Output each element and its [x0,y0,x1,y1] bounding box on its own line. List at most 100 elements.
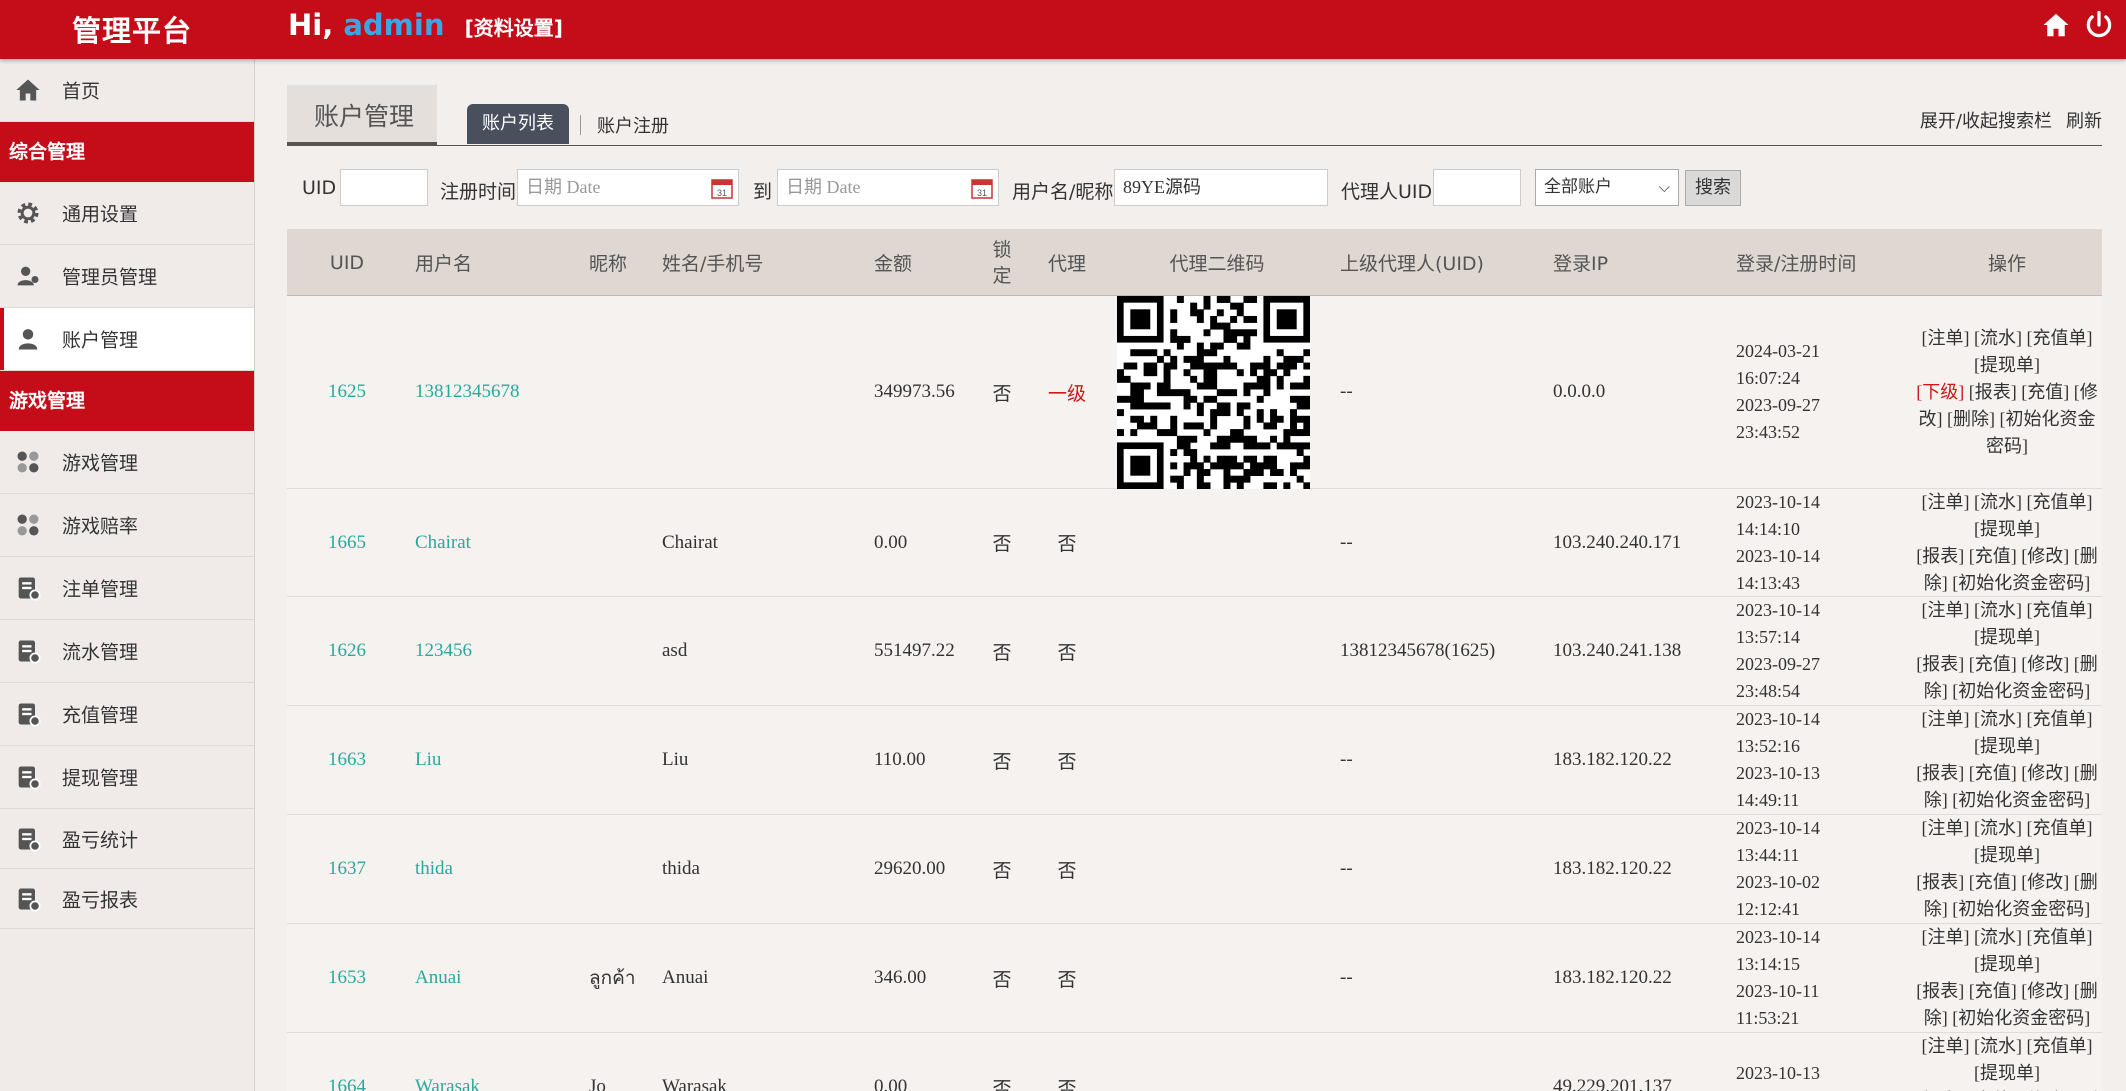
recharge-order-link[interactable]: [充值单] [2027,1036,2093,1056]
delete-link[interactable]: [删除] [1947,409,1995,429]
uid-link[interactable]: 1625 [307,296,387,488]
report-link[interactable]: [报表] [1916,763,1964,783]
uid-link[interactable]: 1626 [307,597,387,705]
withdraw-order-link[interactable]: [提现单] [1974,519,2040,539]
sidebar-item-profit-report[interactable]: 盈亏报表 [0,869,254,929]
flow-link[interactable]: [流水] [1974,818,2022,838]
date-from-input[interactable]: 日期 Date 31 [517,169,739,206]
sidebar-item-admin-management[interactable]: 管理员管理 [0,245,254,308]
sidebar-item-flow-management[interactable]: 流水管理 [0,620,254,683]
sidebar-item-recharge-management[interactable]: 充值管理 [0,683,254,746]
recharge-link[interactable]: [充值] [1969,763,2017,783]
delete-link-cont[interactable]: 除] [1924,899,1948,919]
account-type-select[interactable]: 全部账户 ⌵ [1535,169,1679,206]
sidebar-item-game-odds[interactable]: 游戏赔率 [0,494,254,557]
reset-pwd-link[interactable]: [初始化资金密码] [1952,790,2090,810]
flow-link[interactable]: [流水] [1974,492,2022,512]
username-link[interactable]: Chairat [415,489,471,596]
flow-link[interactable]: [流水] [1974,1036,2022,1056]
delete-link[interactable]: [删 [2074,981,2098,1001]
delete-link-cont[interactable]: 除] [1924,790,1948,810]
bet-link[interactable]: [注单] [1922,328,1970,348]
edit-link[interactable]: [修改] [2021,763,2069,783]
username-link[interactable]: Anuai [415,924,461,1032]
delete-link[interactable]: [删 [2074,763,2098,783]
bet-link[interactable]: [注单] [1922,600,1970,620]
home-icon[interactable] [2041,10,2071,40]
tab-account-register[interactable]: 账户注册 [597,112,669,138]
sidebar-item-account-management[interactable]: 账户管理 [0,308,254,371]
uid-link[interactable]: 1665 [307,489,387,596]
delete-link[interactable]: [删 [2074,546,2098,566]
withdraw-order-link[interactable]: [提现单] [1974,845,2040,865]
bet-link[interactable]: [注单] [1922,709,1970,729]
withdraw-order-link[interactable]: [提现单] [1974,736,2040,756]
username-link[interactable]: thida [415,815,453,923]
edit-link[interactable]: [修改] [2021,546,2069,566]
search-button[interactable]: 搜索 [1685,170,1741,206]
report-link[interactable]: [报表] [1969,382,2017,402]
tab-account-list[interactable]: 账户列表 [467,104,569,144]
uid-link[interactable]: 1663 [307,706,387,814]
reset-pwd-link[interactable]: [初始化资金 [2000,409,2096,429]
report-link[interactable]: [报表] [1916,872,1964,892]
recharge-link[interactable]: [充值] [1969,546,2017,566]
calendar-icon[interactable]: 31 [710,176,734,200]
power-icon[interactable] [2084,10,2114,40]
bet-link[interactable]: [注单] [1922,818,1970,838]
edit-link-cont[interactable]: 改] [1919,409,1943,429]
recharge-order-link[interactable]: [充值单] [2027,600,2093,620]
delete-link-cont[interactable]: 除] [1924,681,1948,701]
recharge-order-link[interactable]: [充值单] [2027,818,2093,838]
reset-pwd-link-cont[interactable]: 密码] [1986,436,2028,456]
agent-uid-input[interactable] [1433,169,1521,206]
recharge-link[interactable]: [充值] [1969,981,2017,1001]
sidebar-item-home[interactable]: 首页 [0,59,254,122]
calendar-icon[interactable]: 31 [970,176,994,200]
report-link[interactable]: [报表] [1916,546,1964,566]
flow-link[interactable]: [流水] [1974,600,2022,620]
username-link[interactable]: 123456 [415,597,472,705]
recharge-order-link[interactable]: [充值单] [2027,328,2093,348]
reset-pwd-link[interactable]: [初始化资金密码] [1952,681,2090,701]
sub-agents-link[interactable]: [下级] [1916,382,1964,402]
bet-link[interactable]: [注单] [1922,927,1970,947]
date-to-input[interactable]: 日期 Date 31 [777,169,999,206]
recharge-order-link[interactable]: [充值单] [2027,492,2093,512]
sidebar-item-profit-stats[interactable]: 盈亏统计 [0,809,254,869]
uid-input[interactable] [340,169,428,206]
bet-link[interactable]: [注单] [1922,1036,1970,1056]
recharge-link[interactable]: [充值] [1969,654,2017,674]
delete-link-cont[interactable]: 除] [1924,573,1948,593]
delete-link[interactable]: [删 [2074,654,2098,674]
report-link[interactable]: [报表] [1916,654,1964,674]
report-link[interactable]: [报表] [1916,981,1964,1001]
username-link[interactable]: 13812345678 [415,296,520,488]
withdraw-order-link[interactable]: [提现单] [1974,627,2040,647]
toggle-search-link[interactable]: 展开/收起搜索栏 [1920,107,2052,133]
sidebar-item-withdraw-management[interactable]: 提现管理 [0,746,254,809]
recharge-link[interactable]: [充值] [1969,872,2017,892]
recharge-order-link[interactable]: [充值单] [2027,709,2093,729]
bet-link[interactable]: [注单] [1922,492,1970,512]
flow-link[interactable]: [流水] [1974,709,2022,729]
edit-link[interactable]: [修改] [2021,981,2069,1001]
withdraw-order-link[interactable]: [提现单] [1974,954,2040,974]
reset-pwd-link[interactable]: [初始化资金密码] [1952,1008,2090,1028]
edit-link[interactable]: [修改] [2021,872,2069,892]
edit-link[interactable]: [修改] [2021,654,2069,674]
username-link[interactable]: admin [343,8,444,42]
reset-pwd-link[interactable]: [初始化资金密码] [1952,573,2090,593]
sidebar-item-game-management[interactable]: 游戏管理 [0,431,254,494]
sidebar-item-bet-management[interactable]: 注单管理 [0,557,254,620]
flow-link[interactable]: [流水] [1974,927,2022,947]
uid-link[interactable]: 1637 [307,815,387,923]
withdraw-order-link[interactable]: [提现单] [1974,355,2040,375]
sidebar-item-general-settings[interactable]: 通用设置 [0,182,254,245]
username-link[interactable]: Warasak [415,1033,480,1091]
edit-link[interactable]: [修 [2074,382,2098,402]
reset-pwd-link[interactable]: [初始化资金密码] [1952,899,2090,919]
recharge-order-link[interactable]: [充值单] [2027,927,2093,947]
uid-link[interactable]: 1653 [307,924,387,1032]
delete-link-cont[interactable]: 除] [1924,1008,1948,1028]
